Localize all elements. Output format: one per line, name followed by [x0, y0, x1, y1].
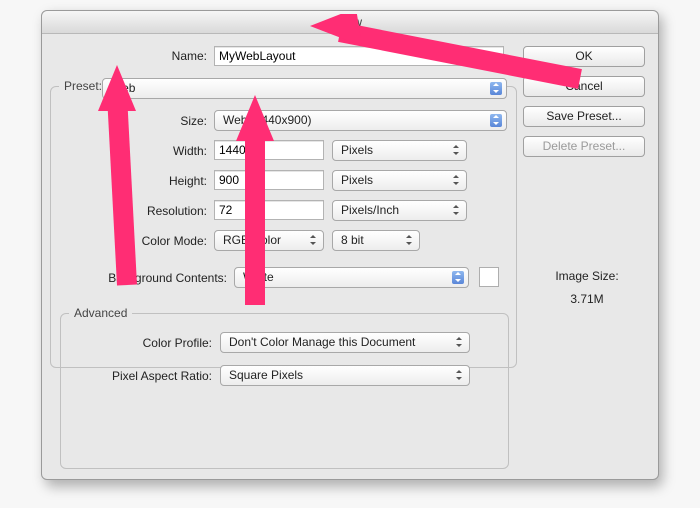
name-input[interactable]: [214, 46, 504, 66]
height-unit-value: Pixels: [341, 173, 373, 187]
name-label: Name:: [147, 49, 207, 63]
size-dropdown[interactable]: Web (1440x900): [214, 110, 507, 131]
width-label: Width:: [137, 144, 207, 158]
height-label: Height:: [137, 174, 207, 188]
height-input[interactable]: [214, 170, 324, 190]
bit-depth-dropdown[interactable]: 8 bit: [332, 230, 420, 251]
preset-dropdown[interactable]: Web: [102, 78, 507, 99]
save-preset-button[interactable]: Save Preset...: [523, 106, 645, 127]
advanced-legend: Advanced: [69, 306, 132, 320]
new-document-dialog: New Name: Preset: Web Size: Web (1440x90…: [41, 10, 659, 480]
cancel-button[interactable]: Cancel: [523, 76, 645, 97]
width-unit-dropdown[interactable]: Pixels: [332, 140, 467, 161]
window-title: New: [42, 11, 658, 34]
bit-depth-value: 8 bit: [341, 233, 364, 247]
color-mode-dropdown[interactable]: RGB Color: [214, 230, 324, 251]
color-profile-value: Don't Color Manage this Document: [229, 335, 415, 349]
size-label: Size:: [147, 114, 207, 128]
color-mode-label: Color Mode:: [112, 234, 207, 248]
resolution-unit-value: Pixels/Inch: [341, 203, 399, 217]
resolution-label: Resolution:: [122, 204, 207, 218]
size-value: Web (1440x900): [223, 113, 312, 127]
preset-value: Web: [111, 81, 135, 95]
color-profile-label: Color Profile:: [97, 336, 212, 350]
dialog-body: Name: Preset: Web Size: Web (1440x900) W…: [42, 34, 658, 480]
width-input[interactable]: [214, 140, 324, 160]
width-unit-value: Pixels: [341, 143, 373, 157]
bg-contents-value: White: [243, 270, 274, 284]
ok-button[interactable]: OK: [523, 46, 645, 67]
bg-contents-dropdown[interactable]: White: [234, 267, 469, 288]
bg-contents-label: Background Contents:: [77, 271, 227, 285]
image-size-value: 3.71M: [542, 292, 632, 306]
color-mode-value: RGB Color: [223, 233, 281, 247]
resolution-input[interactable]: [214, 200, 324, 220]
resolution-unit-dropdown[interactable]: Pixels/Inch: [332, 200, 467, 221]
delete-preset-button: Delete Preset...: [523, 136, 645, 157]
bg-color-swatch[interactable]: [479, 267, 499, 287]
pixel-aspect-label: Pixel Aspect Ratio:: [77, 369, 212, 383]
pixel-aspect-value: Square Pixels: [229, 368, 303, 382]
color-profile-dropdown[interactable]: Don't Color Manage this Document: [220, 332, 470, 353]
pixel-aspect-dropdown[interactable]: Square Pixels: [220, 365, 470, 386]
height-unit-dropdown[interactable]: Pixels: [332, 170, 467, 191]
preset-legend: Preset:: [59, 79, 107, 93]
image-size-label: Image Size:: [542, 269, 632, 283]
